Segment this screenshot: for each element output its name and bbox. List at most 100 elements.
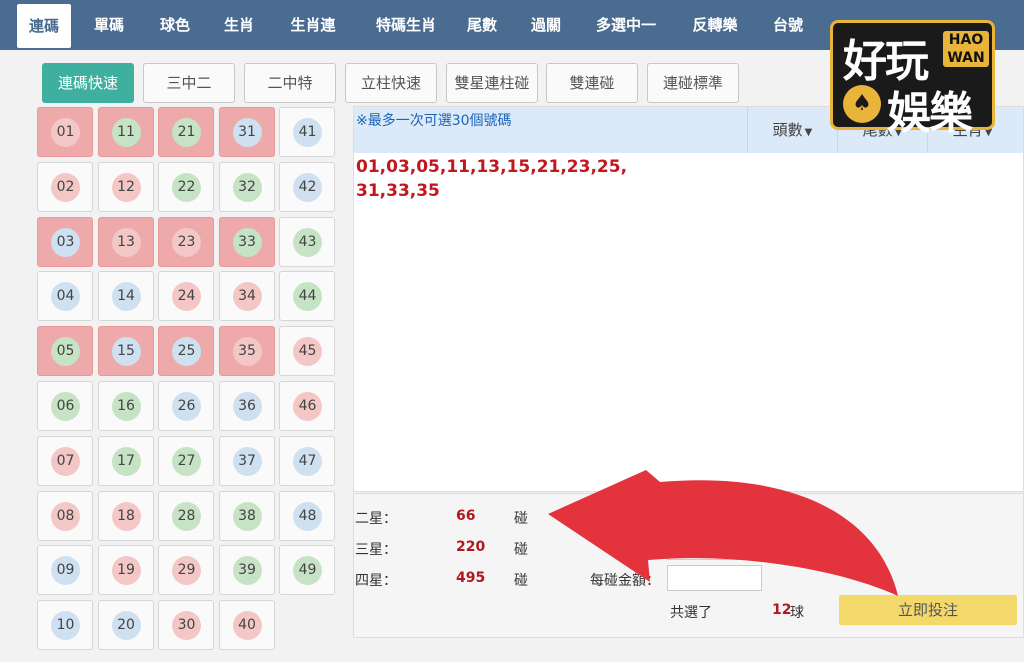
- number-cell-22[interactable]: 22: [158, 161, 214, 212]
- two-star-unit: 碰: [514, 511, 528, 527]
- number-ball: 44: [293, 282, 322, 312]
- number-cell-33[interactable]: 33: [218, 216, 275, 267]
- three-star-amount-input[interactable]: [667, 534, 762, 560]
- two-star-amount-input[interactable]: [667, 502, 762, 528]
- head-count-label: 頭數: [772, 121, 803, 139]
- number-cell-40[interactable]: 40: [218, 600, 275, 651]
- amount-per-hit-label: 每碰金額：: [590, 573, 660, 589]
- number-cell-35[interactable]: 35: [218, 326, 275, 377]
- number-cell-13[interactable]: 13: [97, 216, 154, 267]
- number-cell-26[interactable]: 26: [158, 381, 214, 431]
- number-cell-04[interactable]: 04: [37, 271, 93, 322]
- number-ball: 45: [293, 337, 322, 367]
- number-cell-09[interactable]: 09: [37, 545, 93, 596]
- number-ball: 19: [111, 556, 141, 586]
- nav-tab-taihao[interactable]: 台號: [760, 0, 816, 50]
- nav-tab-duoxuan[interactable]: 多選中一: [586, 0, 666, 50]
- number-cell-47[interactable]: 47: [279, 435, 335, 486]
- number-ball: 35: [232, 337, 262, 367]
- logo-en-bottom: WAN: [947, 50, 985, 66]
- subtab-san-zhong-er[interactable]: 三中二: [143, 63, 235, 103]
- number-cell-19[interactable]: 19: [97, 545, 154, 596]
- number-cell-48[interactable]: 48: [279, 490, 335, 541]
- number-cell-18[interactable]: 18: [97, 490, 154, 541]
- number-ball: 42: [293, 172, 322, 202]
- subtab-lianma-quick[interactable]: 連碼快速: [42, 63, 134, 103]
- number-ball: 39: [232, 556, 262, 586]
- subtab-lianpeng-standard[interactable]: 連碰標準: [647, 63, 739, 103]
- number-cell-14[interactable]: 14: [97, 271, 154, 322]
- number-cell-10[interactable]: 10: [37, 600, 93, 651]
- number-cell-17[interactable]: 17: [97, 435, 154, 486]
- number-ball: 13: [111, 227, 141, 257]
- number-cell-44[interactable]: 44: [279, 271, 335, 322]
- nav-tab-guoguan[interactable]: 過關: [520, 0, 572, 50]
- number-cell-07[interactable]: 07: [37, 435, 93, 486]
- number-cell-27[interactable]: 27: [158, 435, 214, 486]
- number-cell-23[interactable]: 23: [158, 216, 214, 267]
- number-cell-06[interactable]: 06: [37, 381, 93, 431]
- selected-numbers-line1: 01,03,05,11,13,15,21,23,25,: [356, 157, 628, 177]
- number-cell-25[interactable]: 25: [158, 326, 214, 377]
- number-ball: 33: [232, 227, 262, 257]
- subtab-shuanglian[interactable]: 雙連碰: [546, 63, 638, 103]
- nav-tab-lianma[interactable]: 連碼: [17, 4, 71, 48]
- number-cell-31[interactable]: 31: [218, 107, 275, 157]
- number-ball: 07: [51, 446, 80, 476]
- number-cell-38[interactable]: 38: [218, 490, 275, 541]
- number-ball: 15: [111, 337, 141, 367]
- number-cell-24[interactable]: 24: [158, 271, 214, 322]
- number-cell-34[interactable]: 34: [218, 271, 275, 322]
- number-cell-41[interactable]: 41: [279, 107, 335, 157]
- number-cell-20[interactable]: 20: [97, 600, 154, 651]
- total-selected-label: 共選了: [670, 605, 712, 621]
- two-star-value: 66: [456, 508, 476, 524]
- number-ball: 20: [111, 611, 141, 641]
- three-star-unit: 碰: [514, 542, 528, 558]
- nav-tab-tema-shengxiao[interactable]: 特碼生肖: [360, 0, 452, 50]
- number-cell-30[interactable]: 30: [158, 600, 214, 651]
- number-cell-16[interactable]: 16: [97, 381, 154, 431]
- total-selected-unit: 球: [790, 605, 804, 621]
- subtab-shuangxing[interactable]: 雙星連柱碰: [446, 63, 538, 103]
- number-ball: 11: [111, 118, 141, 147]
- number-ball: 47: [293, 446, 322, 476]
- number-cell-03[interactable]: 03: [37, 216, 93, 267]
- number-cell-28[interactable]: 28: [158, 490, 214, 541]
- head-count-dropdown[interactable]: 頭數 ▼: [747, 107, 837, 153]
- number-cell-45[interactable]: 45: [279, 326, 335, 377]
- number-cell-49[interactable]: 49: [279, 545, 335, 596]
- number-cell-39[interactable]: 39: [218, 545, 275, 596]
- number-cell-15[interactable]: 15: [97, 326, 154, 377]
- number-ball: 34: [232, 282, 262, 312]
- number-cell-12[interactable]: 12: [97, 161, 154, 212]
- number-cell-21[interactable]: 21: [158, 107, 214, 157]
- number-cell-29[interactable]: 29: [158, 545, 214, 596]
- number-cell-37[interactable]: 37: [218, 435, 275, 486]
- number-cell-32[interactable]: 32: [218, 161, 275, 212]
- number-cell-01[interactable]: 01: [37, 107, 93, 157]
- four-star-unit: 碰: [514, 573, 528, 589]
- max-selection-note: ※最多一次可選30個號碼: [356, 113, 512, 129]
- submit-bet-button[interactable]: 立即投注: [839, 595, 1017, 625]
- nav-tab-weishu[interactable]: 尾數: [456, 0, 508, 50]
- subtab-lizhu-quick[interactable]: 立柱快速: [345, 63, 437, 103]
- nav-tab-danma[interactable]: 單碼: [80, 0, 138, 50]
- number-cell-02[interactable]: 02: [37, 161, 93, 212]
- number-cell-11[interactable]: 11: [97, 107, 154, 157]
- number-ball: 29: [172, 556, 201, 586]
- number-cell-36[interactable]: 36: [218, 381, 275, 431]
- number-cell-46[interactable]: 46: [279, 381, 335, 431]
- amount-per-hit-input[interactable]: [667, 565, 762, 591]
- nav-tab-qiuse[interactable]: 球色: [146, 0, 204, 50]
- nav-tab-shengxiao-lian[interactable]: 生肖連: [276, 0, 350, 50]
- number-cell-42[interactable]: 42: [279, 161, 335, 212]
- number-ball: 08: [51, 501, 80, 531]
- nav-tab-fanzhuan[interactable]: 反轉樂: [682, 0, 748, 50]
- number-ball: 16: [111, 392, 141, 421]
- number-cell-08[interactable]: 08: [37, 490, 93, 541]
- number-cell-43[interactable]: 43: [279, 216, 335, 267]
- nav-tab-shengxiao[interactable]: 生肖: [210, 0, 268, 50]
- number-cell-05[interactable]: 05: [37, 326, 93, 377]
- subtab-er-zhong-te[interactable]: 二中特: [244, 63, 336, 103]
